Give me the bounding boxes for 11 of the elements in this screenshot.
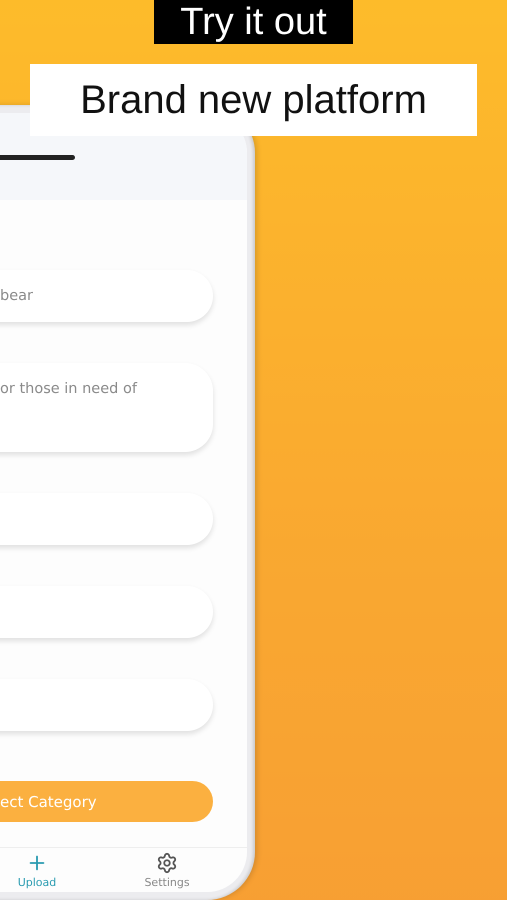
text-area[interactable]: or those in need of — [0, 363, 213, 452]
promo-subtitle: Brand new platform — [30, 64, 477, 136]
settings-icon — [156, 852, 178, 874]
input-field[interactable]: bear — [0, 270, 213, 322]
tab[interactable]: Settings — [104, 852, 230, 889]
input-field[interactable] — [0, 586, 213, 638]
promo-title: Try it out — [154, 0, 353, 44]
select-category-button[interactable]: ect Category — [0, 781, 213, 822]
tab[interactable]: Upload — [0, 852, 104, 889]
input-field[interactable] — [0, 679, 213, 731]
input-field[interactable] — [0, 493, 213, 545]
